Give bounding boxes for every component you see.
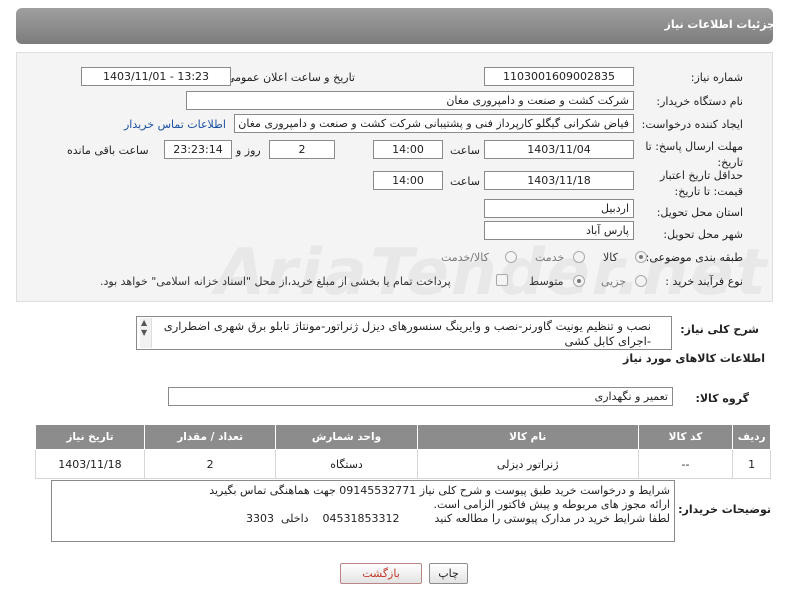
province-field: اردبیل [484,199,634,218]
process-option-medium: متوسط [529,275,564,288]
deadline-time-label: ساعت [450,144,480,157]
city-label: شهر محل تحویل: [663,228,743,241]
page-header [16,8,773,44]
cell-name: ژنراتور دیزلی [416,449,639,479]
remaining-label: ساعت باقی مانده [67,144,149,157]
days-label: روز و [236,144,261,157]
process-label: نوع فرآیند خرید : [665,275,743,288]
col-date: تاریخ نیاز [35,424,145,450]
buyer-notes-line-1: شرایط و درخواست خرید طبق پیوست و شرح کلی… [209,484,670,497]
goods-group-label: گروه کالا: [695,392,749,405]
goods-group-field: تعمیر و نگهداری [168,387,673,406]
remaining-time-field: 23:23:14 [164,140,232,159]
description-label: شرح کلی نیاز: [680,323,759,336]
process-radio-minor[interactable] [635,275,647,287]
cell-date: 1403/11/18 [35,449,145,479]
creator-field: فیاض شکرانی گیگلو کارپرداز فنی و پشتیبان… [234,114,634,133]
description-field[interactable]: نصب و تنظیم یونیت گاورنر-نصب و وایرینگ س… [136,316,672,350]
table-row[interactable]: 1 -- ژنراتور دیزلی دستگاه 2 1403/11/18 [35,449,771,479]
page-title: جزئیات اطلاعات نیاز [664,18,776,31]
category-label: طبقه بندی موضوعی: [645,251,743,264]
buyer-org-label: نام دستگاه خریدار: [656,95,743,108]
need-number-field: 1103001609002835 [484,67,634,86]
cell-code: -- [637,449,734,479]
cell-row: 1 [732,449,771,479]
goods-section-title: اطلاعات کالاهای مورد نیاز [623,352,765,365]
category-option-service: خدمت [535,251,565,264]
buyer-notes-line-3: لطفا شرایط خرید در مدارک پیوستی را مطالع… [245,512,670,525]
process-radio-medium[interactable] [573,275,585,287]
watermark: AriaTender.net [207,236,777,310]
category-radio-goods-service[interactable] [505,251,517,263]
category-option-goods-service: کالا/خدمت [441,251,489,264]
price-validity-time-label: ساعت [450,175,480,188]
price-validity-time-field: 14:00 [373,171,443,190]
process-option-minor: جزیی [601,275,627,288]
buyer-notes-box: شرایط و درخواست خرید طبق پیوست و شرح کلی… [51,480,675,542]
col-row: ردیف [732,424,771,450]
category-radio-goods[interactable] [635,251,647,263]
scroll-down-icon[interactable]: ▼ [141,328,147,337]
price-validity-date-field: 1403/11/18 [484,171,634,190]
goods-table-header: ردیف کد کالا نام کالا واحد شمارش تعداد /… [35,424,771,450]
province-label: استان محل تحویل: [656,206,743,219]
city-field: پارس آباد [484,221,634,240]
creator-label: ایجاد کننده درخواست: [641,118,743,131]
buyer-notes-label: توضیحات خریدار: [678,503,771,516]
scroll-up-icon[interactable]: ▲ [141,318,147,327]
col-name: نام کالا [416,424,639,450]
days-field: 2 [269,140,335,159]
price-validity-label: حداقل تاریخ اعتبار قیمت: تا تاریخ: [659,169,743,198]
col-code: کد کالا [637,424,734,450]
deadline-date-field: 1403/11/04 [484,140,634,159]
description-scrollbar[interactable]: ▲ ▼ [140,318,152,348]
payment-checkbox[interactable] [496,274,508,286]
buyer-org-field: شرکت کشت و صنعت و دامپروری مغان [186,91,634,110]
announce-label: تاریخ و ساعت اعلان عمومی: [222,71,355,84]
announce-field: 1403/11/01 - 13:23 [81,67,231,86]
cell-unit: دستگاه [275,449,418,479]
deadline-time-field: 14:00 [373,140,443,159]
back-button[interactable]: بازگشت [340,563,422,584]
cell-qty: 2 [143,449,277,479]
category-option-goods: کالا [603,251,618,264]
payment-note: پرداخت تمام یا بخشی از مبلغ خرید،از محل … [100,275,451,288]
goods-table-wrap: ردیف کد کالا نام کالا واحد شمارش تعداد /… [35,424,771,479]
category-radio-service[interactable] [573,251,585,263]
col-qty: تعداد / مقدار [143,424,277,450]
deadline-label: مهلت ارسال پاسخ: تا تاریخ: [645,140,743,169]
goods-table: ردیف کد کالا نام کالا واحد شمارش تعداد /… [35,424,771,479]
buyer-contact-link[interactable]: اطلاعات تماس خریدار [124,118,226,131]
col-unit: واحد شمارش [275,424,418,450]
print-button[interactable]: چاپ [429,563,468,584]
buyer-notes-line-2: ارائه مجوز های مربوطه و پیش فاکتور الزام… [433,498,670,511]
need-number-label: شماره نیاز: [690,71,743,84]
